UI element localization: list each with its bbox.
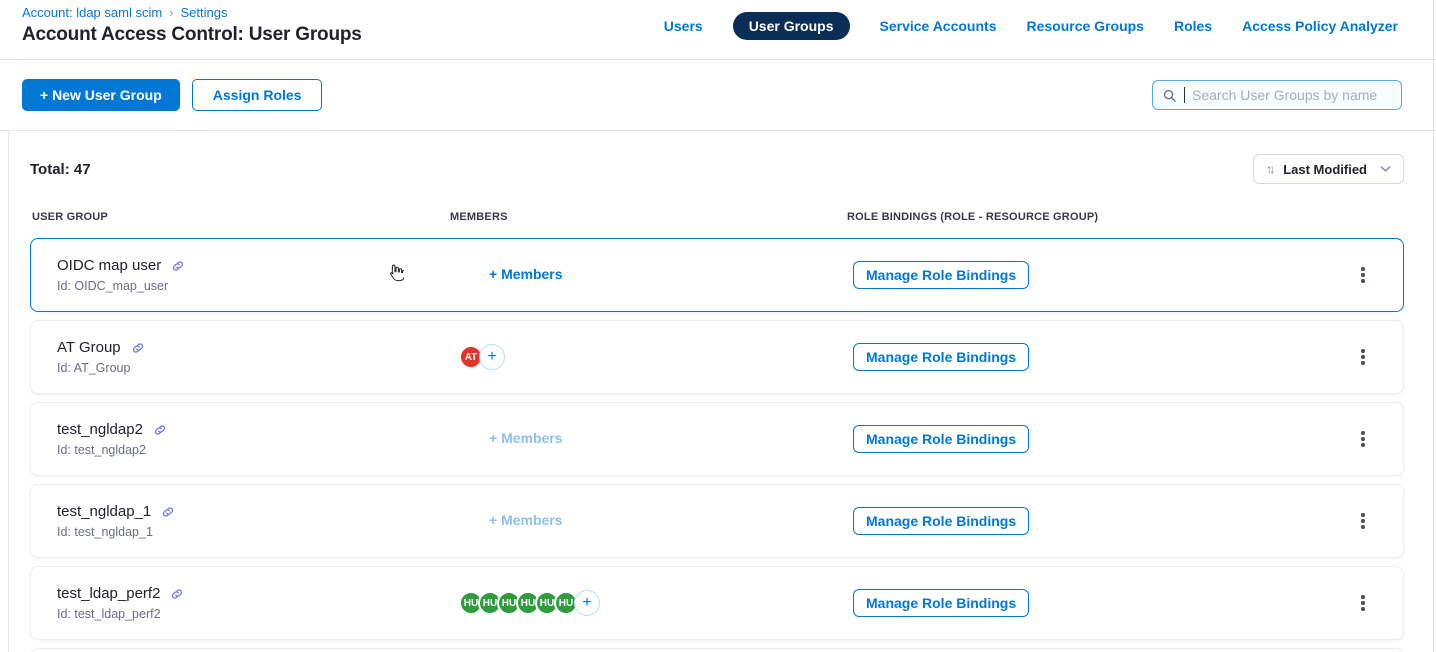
user-groups-page: Account: ldap saml scim › Settings Accou… bbox=[0, 0, 1436, 652]
column-members: MEMBERS bbox=[450, 211, 630, 223]
nav-tab-service-accounts[interactable]: Service Accounts bbox=[880, 18, 997, 34]
link-icon bbox=[171, 259, 185, 273]
search-icon bbox=[1162, 88, 1177, 103]
kebab-menu-icon[interactable] bbox=[1353, 426, 1372, 451]
search-box[interactable] bbox=[1152, 80, 1402, 110]
manage-role-bindings-button[interactable]: Manage Role Bindings bbox=[853, 425, 1029, 453]
manage-role-bindings-button[interactable]: Manage Role Bindings bbox=[853, 261, 1029, 289]
breadcrumb-account-link[interactable]: Account: ldap saml scim bbox=[22, 5, 162, 20]
group-name-cell: test_ldap_perf2 Id: test_ldap_perf2 bbox=[31, 585, 451, 621]
role-bindings-cell: Manage Role Bindings bbox=[631, 589, 1323, 617]
members-cell: + Members bbox=[451, 266, 631, 284]
sort-selected-value: Last Modified bbox=[1283, 162, 1367, 177]
user-group-row[interactable]: test_ngldap_1 Id: test_ngldap_1 + Member… bbox=[30, 484, 1404, 558]
row-options-cell bbox=[1323, 262, 1403, 287]
add-member-button[interactable]: + bbox=[574, 590, 600, 616]
panel-left-border bbox=[8, 131, 9, 652]
add-members-link[interactable]: + Members bbox=[489, 430, 563, 446]
group-name-cell: test_ngldap_1 Id: test_ngldap_1 bbox=[31, 503, 451, 539]
user-group-row[interactable]: AT Group Id: AT_Group AT+ Manage Role Bi… bbox=[30, 320, 1404, 394]
user-group-row-partial[interactable] bbox=[30, 648, 1404, 652]
page-header: Account: ldap saml scim › Settings Accou… bbox=[0, 0, 1436, 60]
link-icon bbox=[153, 423, 167, 437]
table-column-headers: USER GROUP MEMBERS ROLE BINDINGS (ROLE -… bbox=[30, 211, 1404, 223]
kebab-menu-icon[interactable] bbox=[1353, 508, 1372, 533]
row-options-cell bbox=[1323, 590, 1403, 615]
panel-right-border bbox=[1433, 0, 1434, 652]
breadcrumb-chevron-icon: › bbox=[169, 5, 173, 20]
user-group-list: OIDC map user Id: OIDC_map_user + Member… bbox=[30, 238, 1404, 640]
toolbar-buttons: + New User Group Assign Roles bbox=[22, 79, 322, 111]
search-input[interactable] bbox=[1192, 87, 1392, 103]
group-id: Id: test_ngldap_1 bbox=[57, 525, 451, 539]
members-cell: + Members bbox=[451, 512, 631, 530]
nav-tab-resource-groups[interactable]: Resource Groups bbox=[1026, 18, 1143, 34]
nav-tab-users[interactable]: Users bbox=[664, 18, 703, 34]
group-name-cell: OIDC map user Id: OIDC_map_user bbox=[31, 257, 451, 293]
breadcrumb: Account: ldap saml scim › Settings bbox=[22, 5, 362, 20]
group-id: Id: OIDC_map_user bbox=[57, 279, 451, 293]
toolbar: + New User Group Assign Roles bbox=[0, 60, 1436, 131]
kebab-menu-icon[interactable] bbox=[1353, 590, 1372, 615]
kebab-menu-icon[interactable] bbox=[1353, 262, 1372, 287]
assign-roles-button[interactable]: Assign Roles bbox=[192, 79, 323, 111]
header-left: Account: ldap saml scim › Settings Accou… bbox=[22, 3, 362, 59]
total-count: Total: 47 bbox=[30, 161, 91, 178]
add-members-link[interactable]: + Members bbox=[489, 512, 563, 528]
link-icon bbox=[131, 341, 145, 355]
list-header: Total: 47 ↑↓ Last Modified bbox=[30, 153, 1404, 185]
link-icon bbox=[161, 505, 175, 519]
member-avatars: HUHUHUHUHUHU+ bbox=[459, 590, 631, 616]
group-id: Id: AT_Group bbox=[57, 361, 451, 375]
nav-tabs: Users User Groups Service Accounts Resource… bbox=[664, 10, 1398, 42]
add-member-button[interactable]: + bbox=[479, 344, 505, 370]
user-group-row[interactable]: test_ldap_perf2 Id: test_ldap_perf2 HUHU… bbox=[30, 566, 1404, 640]
group-name: test_ldap_perf2 bbox=[57, 585, 160, 602]
members-cell: + Members bbox=[451, 430, 631, 448]
nav-tab-user-groups[interactable]: User Groups bbox=[733, 12, 850, 40]
row-options-cell bbox=[1323, 344, 1403, 369]
group-name: OIDC map user bbox=[57, 257, 161, 274]
user-group-row[interactable]: test_ngldap2 Id: test_ngldap2 + Members … bbox=[30, 402, 1404, 476]
sort-arrows-icon: ↑↓ bbox=[1266, 162, 1272, 176]
link-icon bbox=[170, 587, 184, 601]
group-name-cell: test_ngldap2 Id: test_ngldap2 bbox=[31, 421, 451, 457]
manage-role-bindings-button[interactable]: Manage Role Bindings bbox=[853, 589, 1029, 617]
role-bindings-cell: Manage Role Bindings bbox=[631, 343, 1323, 371]
group-id: Id: test_ngldap2 bbox=[57, 443, 451, 457]
chevron-down-icon bbox=[1380, 165, 1391, 173]
nav-tab-access-policy-analyzer[interactable]: Access Policy Analyzer bbox=[1242, 18, 1398, 34]
members-cell: HUHUHUHUHUHU+ bbox=[451, 590, 631, 616]
role-bindings-cell: Manage Role Bindings bbox=[631, 507, 1323, 535]
add-members-link[interactable]: + Members bbox=[489, 266, 563, 282]
group-name: AT Group bbox=[57, 339, 121, 356]
role-bindings-cell: Manage Role Bindings bbox=[631, 425, 1323, 453]
text-caret bbox=[1184, 87, 1185, 103]
list-panel: Total: 47 ↑↓ Last Modified USER GROUP ME… bbox=[0, 153, 1436, 652]
role-bindings-cell: Manage Role Bindings bbox=[631, 261, 1323, 289]
row-options-cell bbox=[1323, 426, 1403, 451]
user-group-row[interactable]: OIDC map user Id: OIDC_map_user + Member… bbox=[30, 238, 1404, 312]
group-id: Id: test_ldap_perf2 bbox=[57, 607, 451, 621]
manage-role-bindings-button[interactable]: Manage Role Bindings bbox=[853, 343, 1029, 371]
members-cell: AT+ bbox=[451, 344, 631, 370]
column-role-bindings: ROLE BINDINGS (ROLE - RESOURCE GROUP) bbox=[630, 211, 1324, 223]
group-name: test_ngldap_1 bbox=[57, 503, 151, 520]
row-options-cell bbox=[1323, 508, 1403, 533]
breadcrumb-settings-link[interactable]: Settings bbox=[181, 5, 228, 20]
group-name-cell: AT Group Id: AT_Group bbox=[31, 339, 451, 375]
nav-tab-roles[interactable]: Roles bbox=[1174, 18, 1212, 34]
member-avatars: AT+ bbox=[459, 344, 631, 370]
column-user-group: USER GROUP bbox=[30, 211, 450, 223]
sort-dropdown[interactable]: ↑↓ Last Modified bbox=[1253, 154, 1404, 184]
group-name: test_ngldap2 bbox=[57, 421, 143, 438]
page-title: Account Access Control: User Groups bbox=[22, 24, 362, 46]
kebab-menu-icon[interactable] bbox=[1353, 344, 1372, 369]
new-user-group-button[interactable]: + New User Group bbox=[22, 79, 180, 111]
manage-role-bindings-button[interactable]: Manage Role Bindings bbox=[853, 507, 1029, 535]
